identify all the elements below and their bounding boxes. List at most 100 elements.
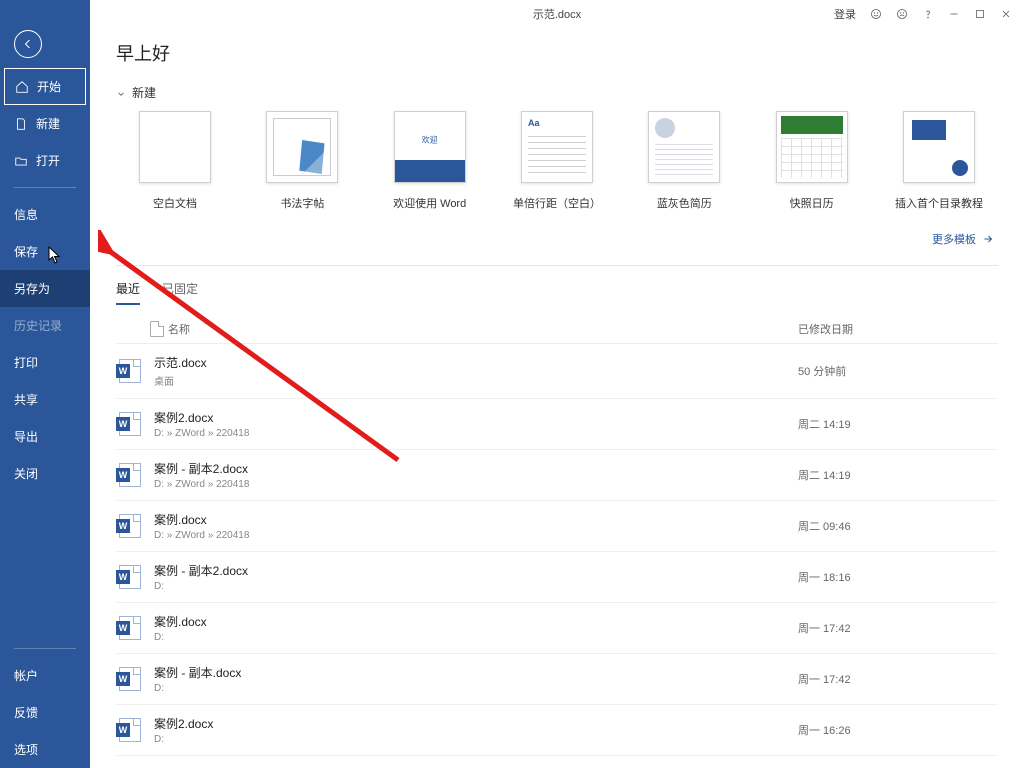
- file-row[interactable]: 案例.docx D: 周一 17:42: [116, 603, 998, 654]
- home-icon: [15, 80, 29, 94]
- template-toc[interactable]: 插入首个目录教程: [884, 111, 994, 211]
- face-smile-icon[interactable]: [870, 8, 882, 20]
- new-doc-icon: [14, 117, 28, 131]
- word-file-icon: [116, 614, 144, 642]
- file-list: 示范.docx 桌面 50 分钟前 案例2.docx D: » ZWord » …: [116, 344, 998, 756]
- back-button[interactable]: [14, 30, 42, 58]
- file-row[interactable]: 案例 - 副本.docx D: 周一 17:42: [116, 654, 998, 705]
- file-row[interactable]: 示范.docx 桌面 50 分钟前: [116, 344, 998, 399]
- sidebar-label: 共享: [14, 391, 38, 408]
- divider: [116, 265, 998, 266]
- file-row[interactable]: 案例.docx D: » ZWord » 220418 周二 09:46: [116, 501, 998, 552]
- sidebar-item-close[interactable]: 关闭: [0, 455, 90, 492]
- word-file-icon: [116, 461, 144, 489]
- login-link[interactable]: 登录: [834, 6, 856, 22]
- template-calendar[interactable]: 快照日历: [757, 111, 867, 211]
- sidebar-item-start[interactable]: 开始: [4, 68, 86, 105]
- template-blank[interactable]: 空白文档: [120, 111, 230, 211]
- file-row[interactable]: 案例2.docx D: 周一 16:26: [116, 705, 998, 756]
- sidebar-label: 打印: [14, 354, 38, 371]
- window-close-icon[interactable]: [1000, 8, 1012, 20]
- sidebar-separator: [14, 187, 76, 188]
- file-name: 案例2.docx: [154, 409, 798, 426]
- tab-pinned[interactable]: 已固定: [162, 280, 198, 305]
- chevron-down-icon: [116, 88, 126, 98]
- template-calligraphy[interactable]: 书法字帖: [247, 111, 357, 211]
- file-list-header: 名称 已修改日期: [116, 315, 998, 344]
- sidebar-item-account[interactable]: 帐户: [0, 657, 90, 694]
- sidebar-item-saveas[interactable]: 另存为: [0, 270, 90, 307]
- template-label: 单倍行距（空白）: [513, 195, 601, 211]
- word-file-icon: [116, 357, 144, 385]
- file-date: 50 分钟前: [798, 363, 998, 379]
- template-thumb: [648, 111, 720, 183]
- file-row[interactable]: 案例 - 副本2.docx D: » ZWord » 220418 周二 14:…: [116, 450, 998, 501]
- file-name: 案例.docx: [154, 613, 798, 630]
- file-row[interactable]: 案例2.docx D: » ZWord » 220418 周二 14:19: [116, 399, 998, 450]
- template-single-spacing[interactable]: 单倍行距（空白）: [502, 111, 612, 211]
- sidebar-label: 选项: [14, 741, 38, 758]
- recent-tabs: 最近 已固定: [116, 280, 998, 305]
- file-date: 周二 09:46: [798, 518, 998, 534]
- file-name: 案例 - 副本2.docx: [154, 460, 798, 477]
- sidebar-item-print[interactable]: 打印: [0, 344, 90, 381]
- file-date: 周一 16:26: [798, 722, 998, 738]
- sidebar-label: 开始: [37, 78, 61, 95]
- sidebar-item-info[interactable]: 信息: [0, 196, 90, 233]
- doc-icon: [150, 321, 164, 337]
- file-path: D:: [154, 581, 798, 592]
- sidebar-label: 反馈: [14, 704, 38, 721]
- sidebar-label: 另存为: [14, 280, 50, 297]
- sidebar-separator: [14, 648, 76, 649]
- sidebar-item-feedback[interactable]: 反馈: [0, 694, 90, 731]
- sidebar-item-open[interactable]: 打开: [0, 142, 90, 179]
- file-row[interactable]: 案例 - 副本2.docx D: 周一 18:16: [116, 552, 998, 603]
- word-file-icon: [116, 512, 144, 540]
- more-files-link[interactable]: 更多文档: [116, 756, 998, 768]
- window-maximize-icon[interactable]: [974, 8, 986, 20]
- file-path: D: » ZWord » 220418: [154, 479, 798, 490]
- sidebar-item-history[interactable]: 历史记录: [0, 307, 90, 344]
- sidebar-item-export[interactable]: 导出: [0, 418, 90, 455]
- sidebar-item-save[interactable]: 保存: [0, 233, 90, 270]
- template-thumb: [903, 111, 975, 183]
- template-label: 书法字帖: [280, 195, 324, 211]
- file-path: D: » ZWord » 220418: [154, 530, 798, 541]
- word-file-icon: [116, 563, 144, 591]
- main-pane: 示范.docx 登录 早上好 新建 空白文档 书法字帖 欢迎使用 Word: [90, 0, 1024, 768]
- template-label: 快照日历: [790, 195, 834, 211]
- file-date: 周一 17:42: [798, 671, 998, 687]
- templates-row: 空白文档 书法字帖 欢迎使用 Word 单倍行距（空白） 蓝灰色简历 快照日历 …: [120, 111, 994, 211]
- face-sad-icon[interactable]: [896, 8, 908, 20]
- tab-recent[interactable]: 最近: [116, 280, 140, 305]
- sidebar-label: 打开: [36, 152, 60, 169]
- more-templates-label: 更多模板: [932, 231, 976, 247]
- column-date-label: 已修改日期: [798, 321, 998, 337]
- new-section-toggle[interactable]: 新建: [116, 84, 998, 101]
- template-label: 蓝灰色简历: [657, 195, 712, 211]
- sidebar-label: 帐户: [14, 667, 38, 684]
- sidebar-label: 新建: [36, 115, 60, 132]
- folder-open-icon: [14, 154, 28, 168]
- template-label: 插入首个目录教程: [895, 195, 983, 211]
- file-path: D:: [154, 632, 798, 643]
- sidebar-item-share[interactable]: 共享: [0, 381, 90, 418]
- help-icon[interactable]: [922, 8, 934, 20]
- file-date: 周二 14:19: [798, 467, 998, 483]
- template-thumb: [394, 111, 466, 183]
- sidebar-item-options[interactable]: 选项: [0, 731, 90, 768]
- file-path: D: » ZWord » 220418: [154, 428, 798, 439]
- file-name: 案例 - 副本2.docx: [154, 562, 798, 579]
- sidebar-label: 保存: [14, 243, 38, 260]
- template-label: 空白文档: [153, 195, 197, 211]
- file-path: D:: [154, 683, 798, 694]
- sidebar-label: 信息: [14, 206, 38, 223]
- sidebar-item-new[interactable]: 新建: [0, 105, 90, 142]
- window-minimize-icon[interactable]: [948, 8, 960, 20]
- word-file-icon: [116, 716, 144, 744]
- template-resume[interactable]: 蓝灰色简历: [629, 111, 739, 211]
- template-welcome[interactable]: 欢迎使用 Word: [375, 111, 485, 211]
- more-templates-link[interactable]: 更多模板: [116, 221, 998, 265]
- file-date: 周一 18:16: [798, 569, 998, 585]
- sidebar-label: 历史记录: [14, 317, 62, 334]
